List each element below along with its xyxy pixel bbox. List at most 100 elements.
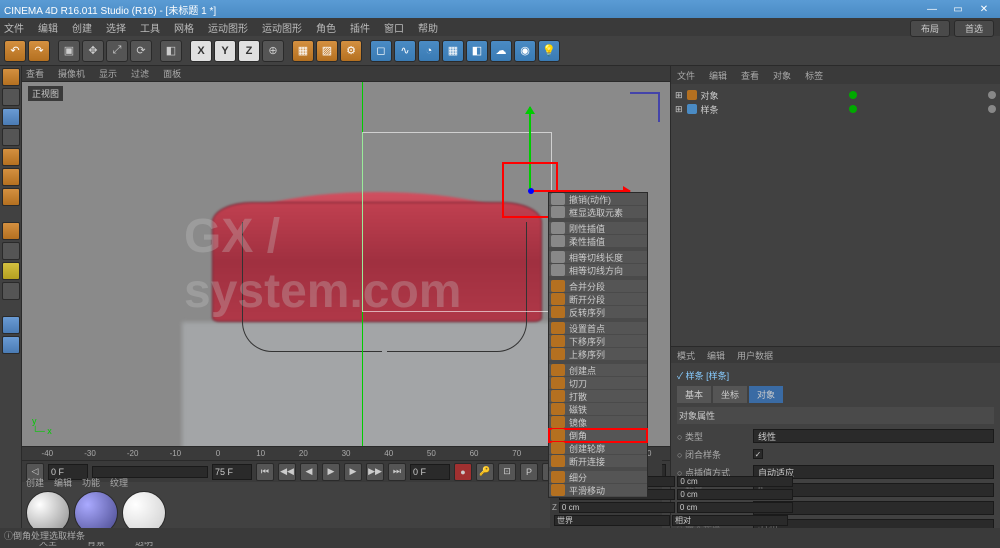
- ctx-chamfer[interactable]: 倒角: [549, 429, 647, 442]
- mat-tab-tex[interactable]: 纹理: [110, 476, 128, 489]
- ctx-frame-selected[interactable]: 框显选取元素: [549, 206, 647, 219]
- mat-tab-func[interactable]: 功能: [82, 476, 100, 489]
- view-tab-view[interactable]: 查看: [26, 67, 44, 80]
- minimize-button[interactable]: —: [920, 2, 944, 16]
- ctx-equal-tan-dir[interactable]: 相等切线方向: [549, 264, 647, 277]
- redo-button[interactable]: ↷: [28, 40, 50, 62]
- light-tool[interactable]: 💡: [538, 40, 560, 62]
- tree-item-obj[interactable]: ⊞ 对象: [675, 88, 996, 102]
- goto-start[interactable]: ⏮: [256, 463, 274, 481]
- timeline-end[interactable]: [212, 464, 252, 480]
- layout-button[interactable]: 布局: [910, 20, 950, 37]
- ctx-create-point[interactable]: 创建点: [549, 364, 647, 377]
- make-editable[interactable]: [2, 68, 20, 86]
- view-tab-camera[interactable]: 摄像机: [58, 67, 85, 80]
- menu-file[interactable]: 文件: [4, 20, 24, 35]
- render-view[interactable]: ▦: [292, 40, 314, 62]
- ctx-mirror[interactable]: 镜像: [549, 416, 647, 429]
- y-axis-lock[interactable]: Y: [214, 40, 236, 62]
- prev-key[interactable]: ◀◀: [278, 463, 296, 481]
- attr-mode[interactable]: 模式: [677, 349, 695, 362]
- attr-tab-coord[interactable]: 坐标: [713, 386, 747, 403]
- undo-button[interactable]: ↶: [4, 40, 26, 62]
- array-tool[interactable]: ▦: [442, 40, 464, 62]
- attr-type[interactable]: [753, 429, 994, 443]
- menu-help[interactable]: 帮助: [418, 20, 438, 35]
- z-axis-lock[interactable]: Z: [238, 40, 260, 62]
- record-key[interactable]: ●: [454, 463, 472, 481]
- size-y[interactable]: [677, 489, 793, 500]
- ctx-undo-action[interactable]: 撤销(动作): [549, 193, 647, 206]
- obj-tab-view[interactable]: 查看: [741, 69, 759, 82]
- obj-tab-tags[interactable]: 标签: [805, 69, 823, 82]
- ctx-explode[interactable]: 打散: [549, 390, 647, 403]
- mat-tab-edit[interactable]: 编辑: [54, 476, 72, 489]
- spline-tool[interactable]: ∿: [394, 40, 416, 62]
- texture-mode[interactable]: [2, 108, 20, 126]
- ctx-smooth-move[interactable]: 平滑移动: [549, 484, 647, 497]
- menu-select[interactable]: 选择: [106, 20, 126, 35]
- attr-close-checkbox[interactable]: ✓: [753, 449, 763, 459]
- ctx-outline[interactable]: 创建轮廓: [549, 442, 647, 455]
- edge-mode[interactable]: [2, 168, 20, 186]
- select-tool[interactable]: ▣: [58, 40, 80, 62]
- next-key[interactable]: ▶▶: [366, 463, 384, 481]
- ctx-set-first[interactable]: 设置首点: [549, 322, 647, 335]
- menu-motion[interactable]: 运动图形: [262, 20, 302, 35]
- scale-tool[interactable]: ⤢: [106, 40, 128, 62]
- attr-userdata[interactable]: 用户数据: [737, 349, 773, 362]
- play-button[interactable]: ▶: [322, 463, 340, 481]
- cube-primitive[interactable]: ◻: [370, 40, 392, 62]
- obj-tab-edit[interactable]: 编辑: [709, 69, 727, 82]
- tweak-mode[interactable]: [2, 336, 20, 354]
- key-pos[interactable]: P: [520, 463, 538, 481]
- maximize-button[interactable]: ▭: [946, 2, 970, 16]
- x-axis-lock[interactable]: X: [190, 40, 212, 62]
- obj-tab-objects[interactable]: 对象: [773, 69, 791, 82]
- snap-toggle[interactable]: [2, 242, 20, 260]
- world-axis-toggle[interactable]: ⊕: [262, 40, 284, 62]
- menu-mograph[interactable]: 运动图形: [208, 20, 248, 35]
- ctx-soft-interp[interactable]: 柔性插值: [549, 235, 647, 248]
- attr-tab-basic[interactable]: 基本: [677, 386, 711, 403]
- menu-character[interactable]: 角色: [316, 20, 336, 35]
- ctx-move-down[interactable]: 下移序列: [549, 335, 647, 348]
- ctx-disconnect[interactable]: 断开连接: [549, 455, 647, 468]
- move-tool[interactable]: ✥: [82, 40, 104, 62]
- deformer-tool[interactable]: ◧: [466, 40, 488, 62]
- key-options[interactable]: ⊡: [498, 463, 516, 481]
- obj-tab-file[interactable]: 文件: [677, 69, 695, 82]
- goto-end[interactable]: ⏭: [388, 463, 406, 481]
- object-tree[interactable]: ⊞ 对象 ⊞ 样条: [671, 84, 1000, 120]
- environment-tool[interactable]: ☁: [490, 40, 512, 62]
- snap-settings[interactable]: [2, 262, 20, 280]
- view-tab-filter[interactable]: 过滤: [131, 67, 149, 80]
- ctx-hard-interp[interactable]: 刚性插值: [549, 222, 647, 235]
- mat-tab-create[interactable]: 创建: [26, 476, 44, 489]
- gizmo-origin[interactable]: [528, 188, 534, 194]
- camera-tool[interactable]: ◉: [514, 40, 536, 62]
- ctx-join-seg[interactable]: 合并分段: [549, 280, 647, 293]
- coord-rel[interactable]: [672, 515, 788, 526]
- next-frame[interactable]: ▶: [344, 463, 362, 481]
- prefs-button[interactable]: 首选: [954, 20, 994, 37]
- attr-edit[interactable]: 编辑: [707, 349, 725, 362]
- menu-mesh[interactable]: 网格: [174, 20, 194, 35]
- menu-tools[interactable]: 工具: [140, 20, 160, 35]
- rotate-tool[interactable]: ⟳: [130, 40, 152, 62]
- tree-item-spline[interactable]: ⊞ 样条: [675, 102, 996, 116]
- coord-z[interactable]: [559, 502, 675, 513]
- ctx-move-up[interactable]: 上移序列: [549, 348, 647, 361]
- ctx-break-seg[interactable]: 断开分段: [549, 293, 647, 306]
- ctx-subdivide[interactable]: 细分: [549, 471, 647, 484]
- ctx-knife[interactable]: 切刀: [549, 377, 647, 390]
- menu-plugins[interactable]: 插件: [350, 20, 370, 35]
- render-settings[interactable]: ⚙: [340, 40, 362, 62]
- coord-world[interactable]: [554, 515, 670, 526]
- menu-edit[interactable]: 编辑: [38, 20, 58, 35]
- ctx-reverse[interactable]: 反转序列: [549, 306, 647, 319]
- recent-tool[interactable]: ◧: [160, 40, 182, 62]
- size-z[interactable]: [677, 502, 793, 513]
- autokey[interactable]: 🔑: [476, 463, 494, 481]
- soft-select[interactable]: [2, 316, 20, 334]
